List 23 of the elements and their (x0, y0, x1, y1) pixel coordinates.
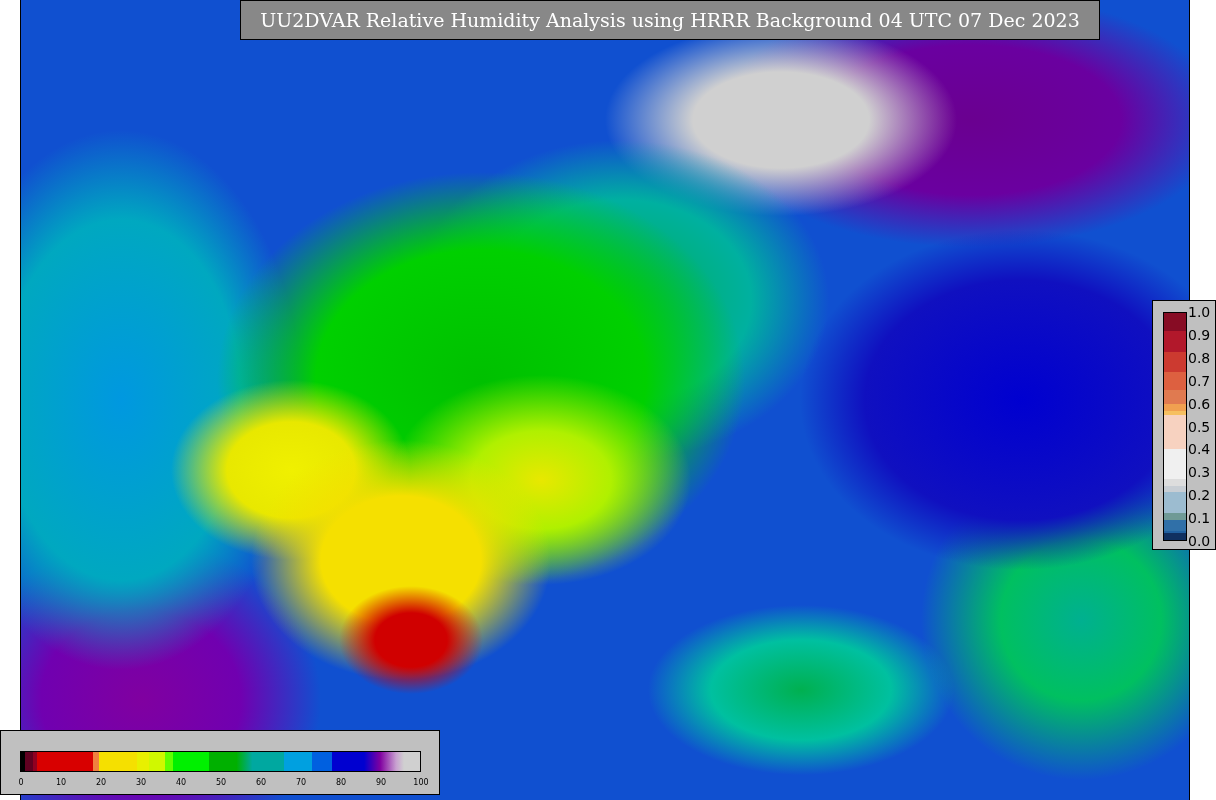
tick-label: 80 (334, 777, 348, 789)
tick-label: 20 (94, 777, 108, 789)
tick-label: 0.7 (1188, 373, 1212, 388)
tick-label: 0.2 (1188, 488, 1212, 503)
tick-label: 0.4 (1188, 442, 1212, 457)
tick-label: 90 (374, 777, 388, 789)
tick-label: 60 (254, 777, 268, 789)
tick-label: 0 (17, 777, 25, 789)
tick-label: 0.6 (1188, 396, 1212, 411)
tick-label: 40 (174, 777, 188, 789)
tick-label: 0.1 (1188, 511, 1212, 526)
tick-label: 0.8 (1188, 350, 1212, 365)
tick-label: 100 (412, 777, 430, 789)
tick-label: 50 (214, 777, 228, 789)
tick-label: 0.3 (1188, 465, 1212, 480)
tick-label: 1.0 (1188, 305, 1212, 319)
tick-label: 10 (54, 777, 68, 789)
tick-label: 0.0 (1188, 534, 1212, 548)
tick-label: 0.5 (1188, 419, 1212, 434)
map-title: UU2DVAR Relative Humidity Analysis using HRRR Background 04 UTC 07 Dec 2023 (240, 0, 1100, 40)
tick-label: 0.9 (1188, 327, 1212, 342)
tick-label: 70 (294, 777, 308, 789)
tick-label: 30 (134, 777, 148, 789)
